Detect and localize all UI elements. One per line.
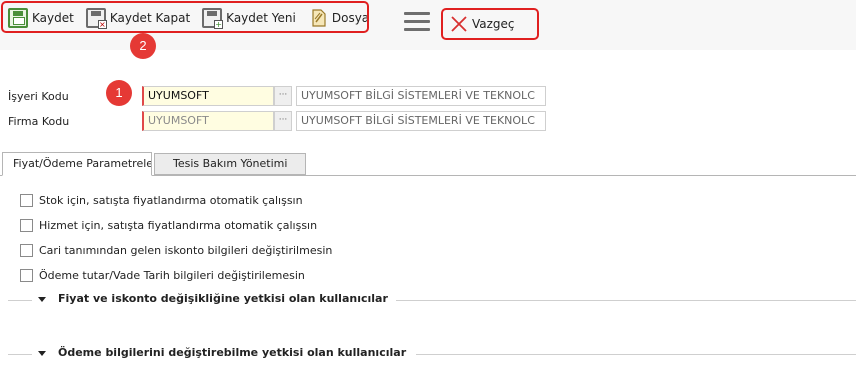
workplace-code-label: İşyeri Kodu bbox=[8, 90, 69, 103]
company-code-label: Firma Kodu bbox=[8, 115, 70, 128]
section-title[interactable]: Fiyat ve iskonto değişikliğine yetkisi o… bbox=[58, 292, 396, 305]
checkbox-label: Ödeme tutar/Vade Tarih bilgileri değişti… bbox=[39, 269, 305, 282]
annotation-marker-2: 2 bbox=[130, 33, 156, 59]
workplace-lookup-button[interactable]: ··· bbox=[274, 86, 292, 106]
section-payment-edit-users: Ödeme bilgilerini değiştirebilme yetkisi… bbox=[8, 346, 856, 362]
checkbox-label: Hizmet için, satışta fiyatlandırma otoma… bbox=[39, 219, 318, 232]
company-code-input[interactable]: UYUMSOFT bbox=[142, 111, 274, 131]
discount-lock-checkbox[interactable] bbox=[20, 244, 33, 257]
tab-price-payment-parameters[interactable]: Fiyat/Ödeme Parametrele bbox=[2, 152, 152, 176]
annotation-marker-1: 1 bbox=[106, 80, 132, 106]
checkbox-label: Cari tanımından gelen iskonto bilgileri … bbox=[39, 244, 333, 257]
payment-lock-checkbox[interactable] bbox=[20, 269, 33, 282]
checkbox-row-discount-lock[interactable]: Cari tanımından gelen iskonto bilgileri … bbox=[20, 244, 332, 257]
toolbar-highlight-box bbox=[1, 1, 369, 33]
caret-down-icon[interactable] bbox=[38, 351, 46, 356]
workplace-description-field: UYUMSOFT BİLGİ SİSTEMLERİ VE TEKNOLC bbox=[296, 86, 546, 106]
caret-down-icon[interactable] bbox=[38, 297, 46, 302]
checkbox-label: Stok için, satışta fiyatlandırma otomati… bbox=[39, 194, 303, 207]
checkbox-row-service-pricing[interactable]: Hizmet için, satışta fiyatlandırma otoma… bbox=[20, 219, 317, 232]
workplace-code-input[interactable]: UYUMSOFT bbox=[142, 86, 274, 106]
company-lookup-button[interactable]: ··· bbox=[274, 111, 292, 131]
cancel-highlight-box bbox=[441, 8, 539, 40]
tab-facility-maintenance[interactable]: Tesis Bakım Yönetimi bbox=[154, 153, 306, 175]
stock-pricing-checkbox[interactable] bbox=[20, 194, 33, 207]
section-price-discount-users: Fiyat ve iskonto değişikliğine yetkisi o… bbox=[8, 292, 856, 308]
checkbox-row-payment-lock[interactable]: Ödeme tutar/Vade Tarih bilgileri değişti… bbox=[20, 269, 305, 282]
service-pricing-checkbox[interactable] bbox=[20, 219, 33, 232]
company-description-field: UYUMSOFT BİLGİ SİSTEMLERİ VE TEKNOLC bbox=[296, 111, 546, 131]
screen: Kaydet × Kaydet Kapat + Kaydet Yeni Dosy… bbox=[0, 0, 856, 380]
checkbox-row-stock-pricing[interactable]: Stok için, satışta fiyatlandırma otomati… bbox=[20, 194, 303, 207]
section-title[interactable]: Ödeme bilgilerini değiştirebilme yetkisi… bbox=[58, 346, 415, 359]
menu-icon[interactable] bbox=[404, 12, 430, 32]
